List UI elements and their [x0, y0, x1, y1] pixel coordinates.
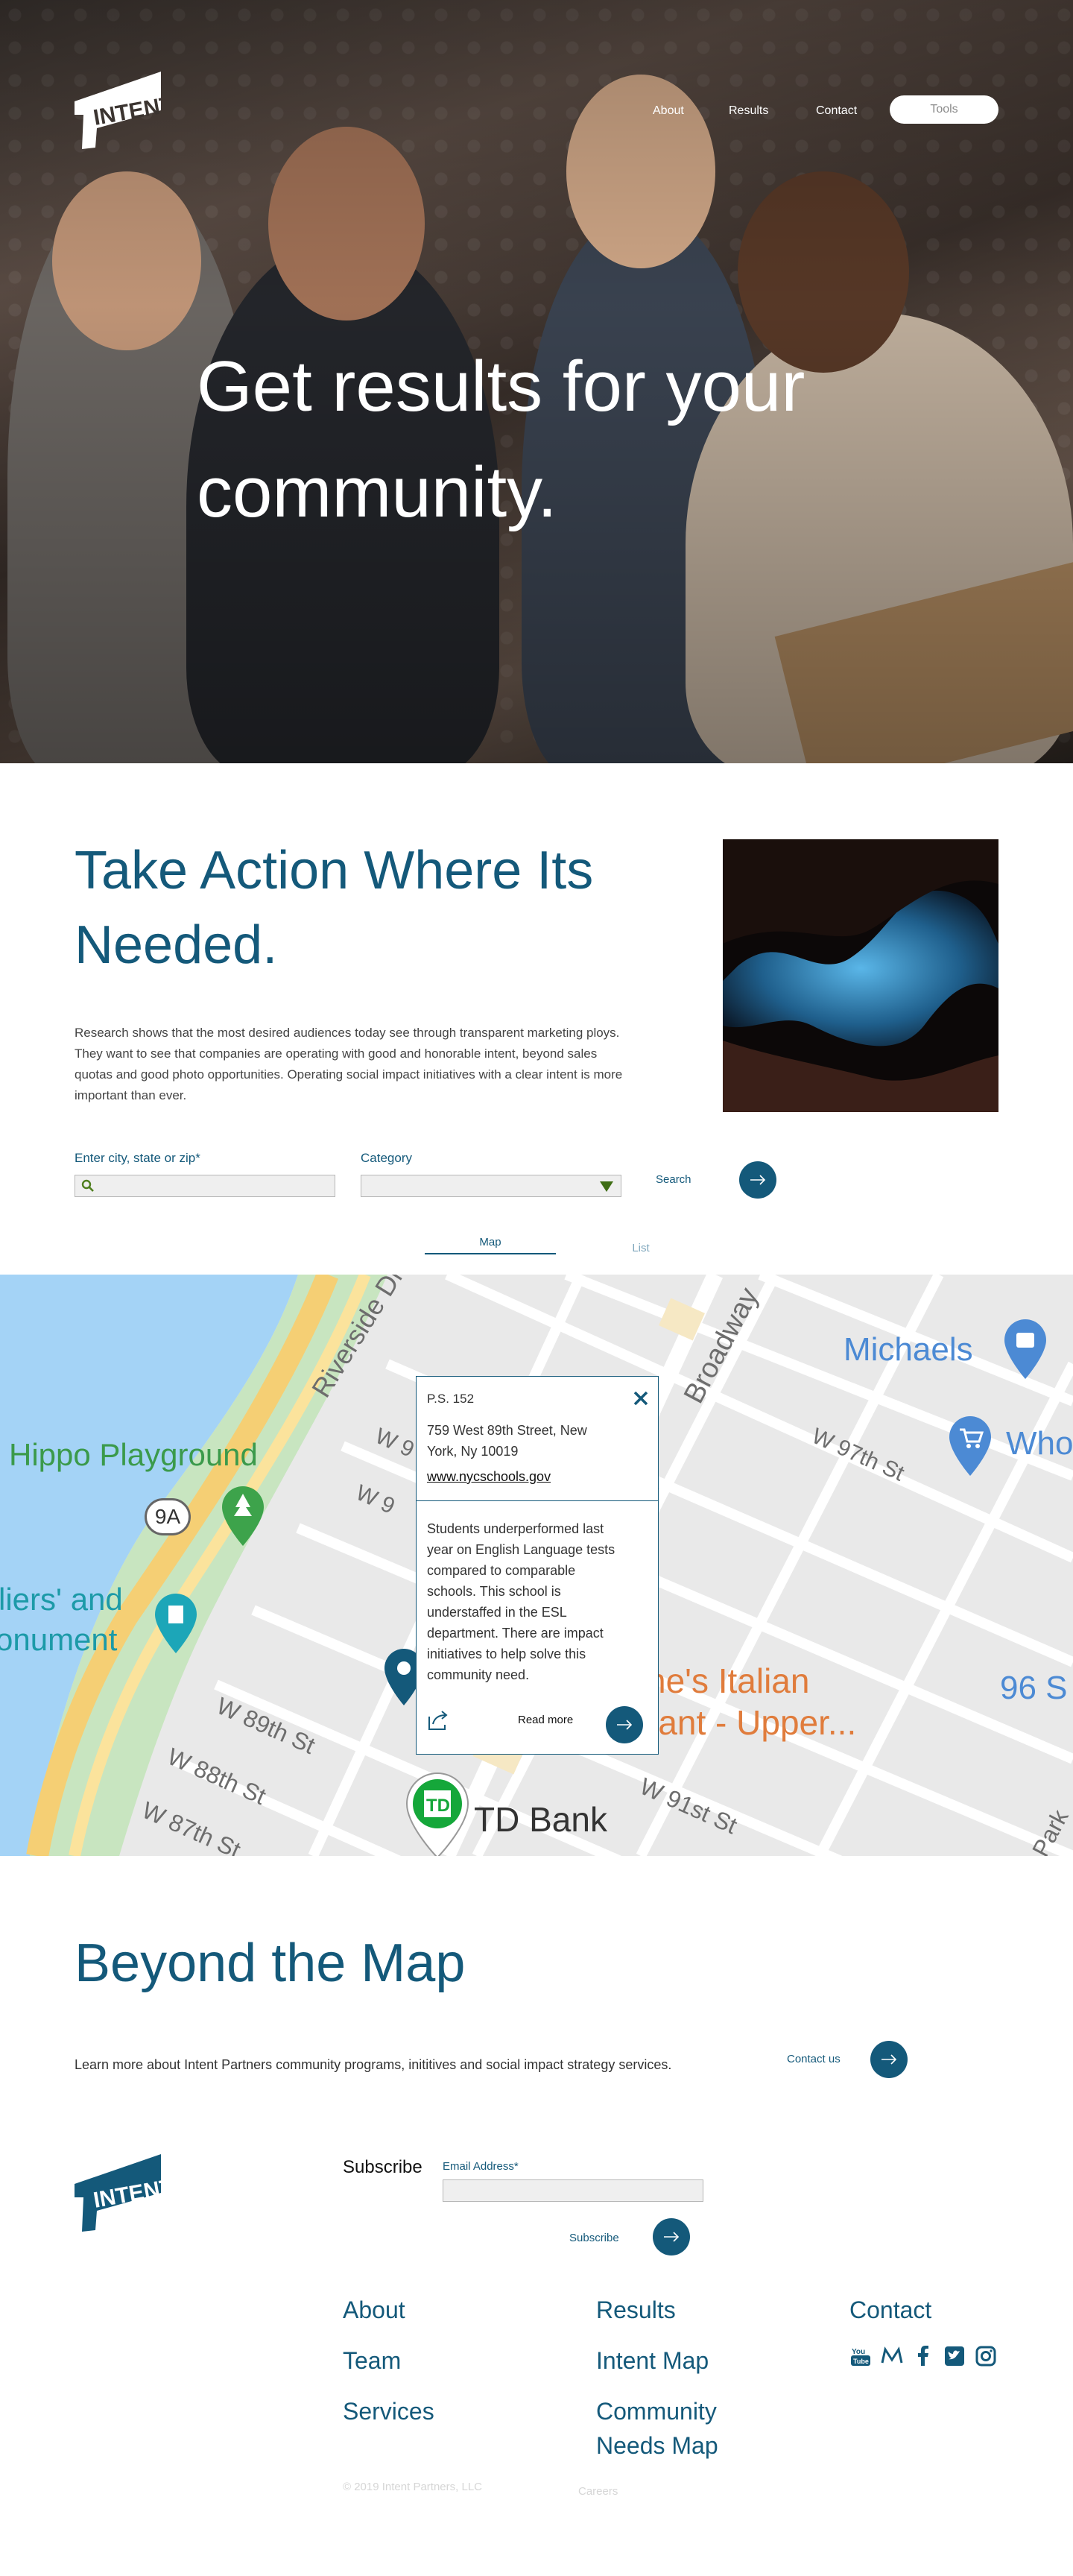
intent-logo-icon: INTENT: [75, 2154, 175, 2232]
map-label: ne's Italian: [647, 1661, 810, 1700]
tab-list[interactable]: List: [611, 1242, 671, 1254]
facebook-icon[interactable]: [912, 2345, 934, 2367]
footer-link-community[interactable]: Community: [596, 2394, 717, 2428]
footer-link-about[interactable]: About: [343, 2293, 405, 2327]
location-label: Enter city, state or zip*: [75, 1151, 200, 1165]
copyright-text: © 2019 Intent Partners, LLC: [343, 2481, 482, 2493]
careers-link[interactable]: Careers: [578, 2485, 618, 2498]
take-action-body: Research shows that the most desired aud…: [75, 1026, 623, 1102]
park-pin-icon[interactable]: [219, 1483, 267, 1547]
hero-section: INTENT About Results Contact Tools Get r…: [0, 0, 1073, 763]
monument-pin-icon[interactable]: [152, 1591, 200, 1655]
popup-address: 759 West 89th Street, New York, Ny 10019: [427, 1423, 587, 1459]
location-input[interactable]: [75, 1175, 335, 1197]
category-label: Category: [361, 1151, 412, 1165]
svg-text:You: You: [852, 2348, 865, 2356]
tools-button[interactable]: Tools: [890, 95, 998, 124]
map-label: onument: [0, 1622, 118, 1657]
map-label: 96 S: [1000, 1670, 1068, 1706]
nav-about[interactable]: About: [653, 104, 684, 118]
search-go-button[interactable]: [739, 1161, 776, 1199]
beyond-body: Learn more about Intent Partners communi…: [75, 2057, 672, 2072]
main-nav: About Results Contact Tools: [0, 95, 1073, 125]
medium-icon[interactable]: [881, 2345, 903, 2367]
contact-us-button[interactable]: [870, 2041, 908, 2078]
popup-school-name: P.S. 152: [427, 1392, 475, 1406]
search-button[interactable]: Search: [656, 1173, 691, 1186]
take-action-title: Take Action Where Its Needed.: [75, 841, 594, 975]
nav-contact[interactable]: Contact: [816, 104, 857, 118]
beyond-title: Beyond the Map: [75, 1933, 466, 1993]
hero-title: Get results for your community.: [197, 347, 805, 532]
map-label: Hippo Playground: [9, 1437, 258, 1472]
email-input[interactable]: [443, 2179, 703, 2202]
footer-link-services[interactable]: Services: [343, 2394, 434, 2428]
subscribe-go-button[interactable]: [653, 2218, 690, 2255]
close-icon[interactable]: [631, 1389, 651, 1408]
shopping-pin-icon[interactable]: [1001, 1316, 1049, 1380]
tdbank-pin-icon[interactable]: TD: [404, 1771, 471, 1856]
popup-description: Students underperformed last year on Eng…: [427, 1521, 615, 1682]
instagram-icon[interactable]: [975, 2345, 997, 2367]
tab-map[interactable]: Map: [425, 1236, 556, 1254]
search-icon: [81, 1179, 94, 1192]
arrow-right-icon: [664, 2232, 680, 2242]
svg-text:Tube: Tube: [853, 2358, 869, 2365]
map-label: rant - Upper...: [647, 1703, 857, 1742]
map-label: liers' and: [0, 1582, 123, 1617]
location-popup: P.S. 152 759 West 89th Street, New York,…: [416, 1376, 659, 1755]
map-label: Who: [1006, 1425, 1073, 1462]
arrow-right-icon: [617, 1720, 633, 1730]
subscribe-title: Subscribe: [343, 2157, 422, 2177]
email-label: Email Address*: [443, 2160, 519, 2173]
map-label: TD Bank: [474, 1800, 607, 1839]
read-more-link[interactable]: Read more: [518, 1714, 573, 1726]
nebula-image: [723, 839, 998, 1112]
footer-link-team[interactable]: Team: [343, 2343, 401, 2378]
arrow-right-icon: [881, 2054, 897, 2065]
twitter-icon[interactable]: [943, 2345, 966, 2367]
footer-contact-title[interactable]: Contact: [849, 2293, 931, 2327]
footer-link-needs-map[interactable]: Needs Map: [596, 2428, 718, 2463]
chevron-down-icon: [600, 1181, 613, 1192]
map-label: Michaels: [843, 1331, 973, 1368]
subscribe-button[interactable]: Subscribe: [569, 2232, 619, 2244]
share-icon[interactable]: [427, 1709, 449, 1731]
youtube-icon[interactable]: You Tube: [849, 2345, 872, 2367]
nav-results[interactable]: Results: [729, 104, 768, 118]
intent-logo-footer[interactable]: INTENT: [75, 2154, 175, 2235]
arrow-right-icon: [750, 1175, 766, 1185]
footer-link-results[interactable]: Results: [596, 2293, 676, 2327]
route-shield: 9A: [145, 1498, 191, 1535]
category-select[interactable]: [361, 1175, 621, 1197]
contact-us-link[interactable]: Contact us: [787, 2053, 841, 2065]
footer-link-intent-map[interactable]: Intent Map: [596, 2343, 709, 2378]
svg-text:TD: TD: [426, 1796, 450, 1816]
popup-website-link[interactable]: www.nycschools.gov: [427, 1469, 551, 1485]
cart-pin-icon[interactable]: [946, 1413, 994, 1477]
read-more-button[interactable]: [606, 1706, 643, 1743]
